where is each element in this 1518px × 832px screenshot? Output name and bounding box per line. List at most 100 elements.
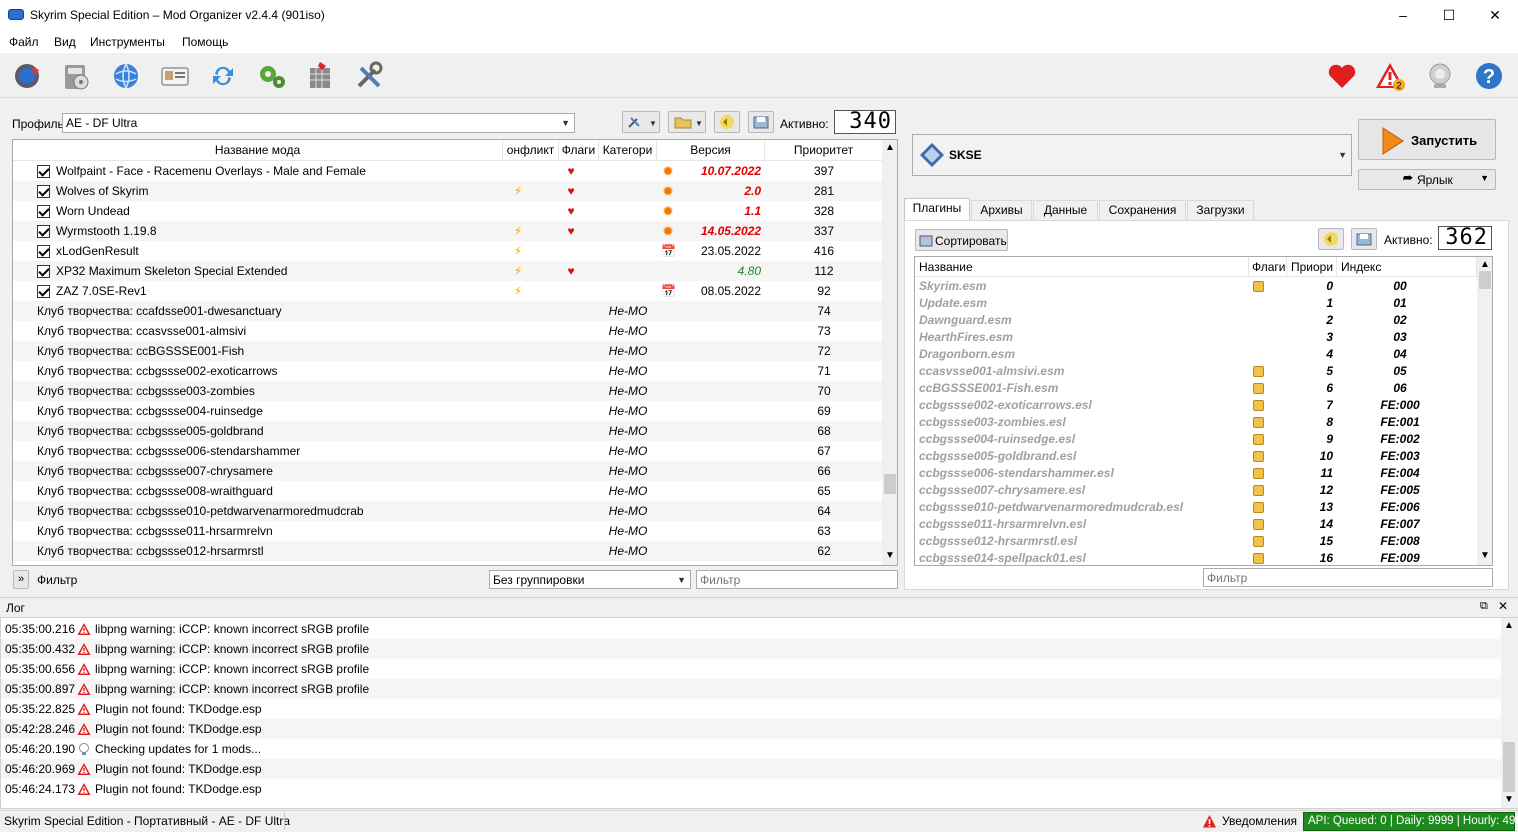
tab-data[interactable]: Данные [1033,200,1098,220]
log-row[interactable]: 05:35:00.216 libpng warning: iCCP: known … [1,619,1501,639]
mod-row[interactable]: Клуб творчества: ccbgssse005-goldbrand Не… [13,421,883,441]
mod-row[interactable]: Worn Undead ♥ ✹ 1.1 328 [13,201,883,221]
col-plugin-name[interactable]: Название [915,257,1249,277]
mod-row[interactable]: Wolves of Skyrim ⚡ ♥ ✹ 2.0 281 [13,181,883,201]
plugin-row[interactable]: Dawnguard.esm 2 02 [915,312,1477,329]
mod-list-scroll-thumb[interactable] [884,474,896,494]
refresh-icon[interactable] [207,60,239,92]
mod-row[interactable]: Клуб творчества: ccbgssse004-ruinsedge Не… [13,401,883,421]
notifications-label[interactable]: Уведомления [1222,814,1297,828]
log-row[interactable]: 05:46:20.190 Checking updates for 1 mods.… [1,739,1501,759]
mod-enabled-checkbox[interactable] [37,185,50,198]
mod-row[interactable]: Клуб творчества: ccbgssse006-stendarsham… [13,441,883,461]
plugin-row[interactable]: ccbgssse006-stendarshammer.esl 11 FE:004 [915,465,1477,482]
log-scrollbar[interactable]: ▲ ▼ [1501,618,1518,808]
menu-file[interactable]: Файл [9,35,39,49]
log-row[interactable]: 05:46:24.173 Plugin not found: TKDodge.es… [1,779,1501,799]
tools-icon[interactable] [306,60,338,92]
plugin-row[interactable]: ccbgssse005-goldbrand.esl 10 FE:003 [915,448,1477,465]
restore-backup-button[interactable] [714,111,740,133]
mod-row[interactable]: ZAZ 7.0SE-Rev1 ⚡ 📅 08.05.2022 92 [13,281,883,301]
plugin-row[interactable]: HearthFires.esm 3 03 [915,329,1477,346]
close-button[interactable]: ✕ [1472,0,1518,31]
scroll-up-icon[interactable]: ▲ [885,142,895,153]
mod-row[interactable]: Клуб творчества: ccbgssse007-chrysamere Н… [13,461,883,481]
log-row[interactable]: 05:42:28.246 Plugin not found: TKDodge.es… [1,719,1501,739]
sort-button[interactable]: Сортировать [915,229,1008,251]
mod-row[interactable]: Клуб творчества: ccafdsse001-dwesanctuar… [13,301,883,321]
scroll-down-icon[interactable]: ▼ [1480,550,1490,561]
plugins-restore-button[interactable] [1318,228,1344,250]
create-backup-button[interactable] [748,111,774,133]
plugin-row[interactable]: ccbgssse010-petdwarvenarmoredmudcrab.esl… [915,499,1477,516]
mod-row[interactable]: Клуб творчества: ccbgssse002-exoticarrow… [13,361,883,381]
col-priority[interactable]: Приоритет [765,140,883,161]
profile-tools-button[interactable]: ▼ [622,111,660,133]
nexus-globe-icon[interactable] [110,60,142,92]
plugins-backup-button[interactable] [1351,228,1377,250]
log-row[interactable]: 05:35:00.656 libpng warning: iCCP: known … [1,659,1501,679]
menu-view[interactable]: Вид [54,35,76,49]
mod-row[interactable]: Клуб творчества: ccbgssse010-petdwarvena… [13,501,883,521]
mod-row[interactable]: Клуб творчества: ccbgssse011-hrsarmrelvn… [13,521,883,541]
executables-icon[interactable] [256,60,288,92]
mod-enabled-checkbox[interactable] [37,245,50,258]
settings-icon[interactable] [353,60,385,92]
undock-icon[interactable]: ⧉ [1480,600,1488,613]
col-plugin-priority[interactable]: Приори [1287,257,1337,277]
tab-saves[interactable]: Сохранения [1099,200,1186,220]
plugin-row[interactable]: ccbgssse012-hrsarmrstl.esl 15 FE:008 [915,533,1477,550]
scroll-up-icon[interactable]: ▲ [1504,620,1514,631]
col-conflicts[interactable]: онфликт [503,140,559,161]
plugin-row[interactable]: ccasvsse001-almsivi.esm 5 05 [915,363,1477,380]
mod-row[interactable]: Клуб творчества: ccbgssse008-wraithguard… [13,481,883,501]
plugin-filter-input[interactable] [1203,568,1493,587]
col-version[interactable]: Версия [657,140,765,161]
menu-help[interactable]: Помощь [182,35,228,49]
update-icon[interactable] [1424,60,1456,92]
col-plugin-index[interactable]: Индекс [1337,257,1477,277]
plugin-row[interactable]: ccbgssse004-ruinsedge.esl 9 FE:002 [915,431,1477,448]
log-row[interactable]: 05:35:22.825 Plugin not found: TKDodge.es… [1,699,1501,719]
plugin-row[interactable]: ccbgssse003-zombies.esl 8 FE:001 [915,414,1477,431]
scroll-down-icon[interactable]: ▼ [1504,794,1514,805]
plugin-row[interactable]: Dragonborn.esm 4 04 [915,346,1477,363]
install-mod-icon[interactable] [61,60,93,92]
col-mod-name[interactable]: Название мода [13,140,503,161]
mod-row[interactable]: Клуб творчества: ccbgssse003-zombies Не-М… [13,381,883,401]
profile-select[interactable]: AE - DF Ultra ▼ [62,113,575,133]
plugin-row[interactable]: ccbgssse007-chrysamere.esl 12 FE:005 [915,482,1477,499]
profiles-icon[interactable] [159,60,191,92]
log-row[interactable]: 05:35:00.432 libpng warning: iCCP: known … [1,639,1501,659]
scroll-up-icon[interactable]: ▲ [1480,259,1490,270]
plugin-row[interactable]: Skyrim.esm 0 00 [915,278,1477,295]
mod-row[interactable]: XP32 Maximum Skeleton Special Extended ⚡ ♥… [13,261,883,281]
col-flags[interactable]: Флаги [559,140,599,161]
tab-downloads[interactable]: Загрузки [1187,200,1254,220]
mod-row[interactable]: Клуб творчества: ccbgssse012-hrsarmrstl Н… [13,541,883,561]
change-game-icon[interactable] [11,60,43,92]
shortcut-button[interactable]: ⮫ Ярлык ▼ [1358,169,1496,190]
grouping-select[interactable]: Без группировки ▼ [489,570,691,589]
tab-plugins[interactable]: Плагины [904,198,970,220]
tab-archives[interactable]: Архивы [971,200,1032,220]
mod-row[interactable]: Клуб творчества: ccasvsse001-almsivi Не-М… [13,321,883,341]
mod-row[interactable]: xLodGenResult ⚡ 📅 23.05.2022 416 [13,241,883,261]
notifications-warning-icon[interactable]: 2 [1374,60,1406,92]
mod-row[interactable]: Wolfpaint - Face - Racemenu Overlays - M… [13,161,883,181]
log-row[interactable]: 05:35:00.897 libpng warning: iCCP: known … [1,679,1501,699]
mod-enabled-checkbox[interactable] [37,165,50,178]
mod-list-scrollbar[interactable]: ▲ ▼ [882,140,897,565]
col-plugin-flags[interactable]: Флаги [1249,257,1287,277]
help-icon[interactable]: ? [1473,60,1505,92]
mod-enabled-checkbox[interactable] [37,265,50,278]
col-category[interactable]: Категори [599,140,657,161]
endorse-heart-icon[interactable] [1326,60,1358,92]
mod-row[interactable]: Wyrmstooth 1.19.8 ⚡ ♥ ✹ 14.05.2022 337 [13,221,883,241]
menu-tools[interactable]: Инструменты [90,35,165,49]
executable-select[interactable]: SKSE ▼ [912,134,1352,176]
expand-filter-button[interactable]: » [13,570,29,589]
scroll-down-icon[interactable]: ▼ [885,550,895,561]
notification-warning-icon[interactable] [1202,814,1217,829]
plugin-row[interactable]: ccbgssse002-exoticarrows.esl 7 FE:000 [915,397,1477,414]
